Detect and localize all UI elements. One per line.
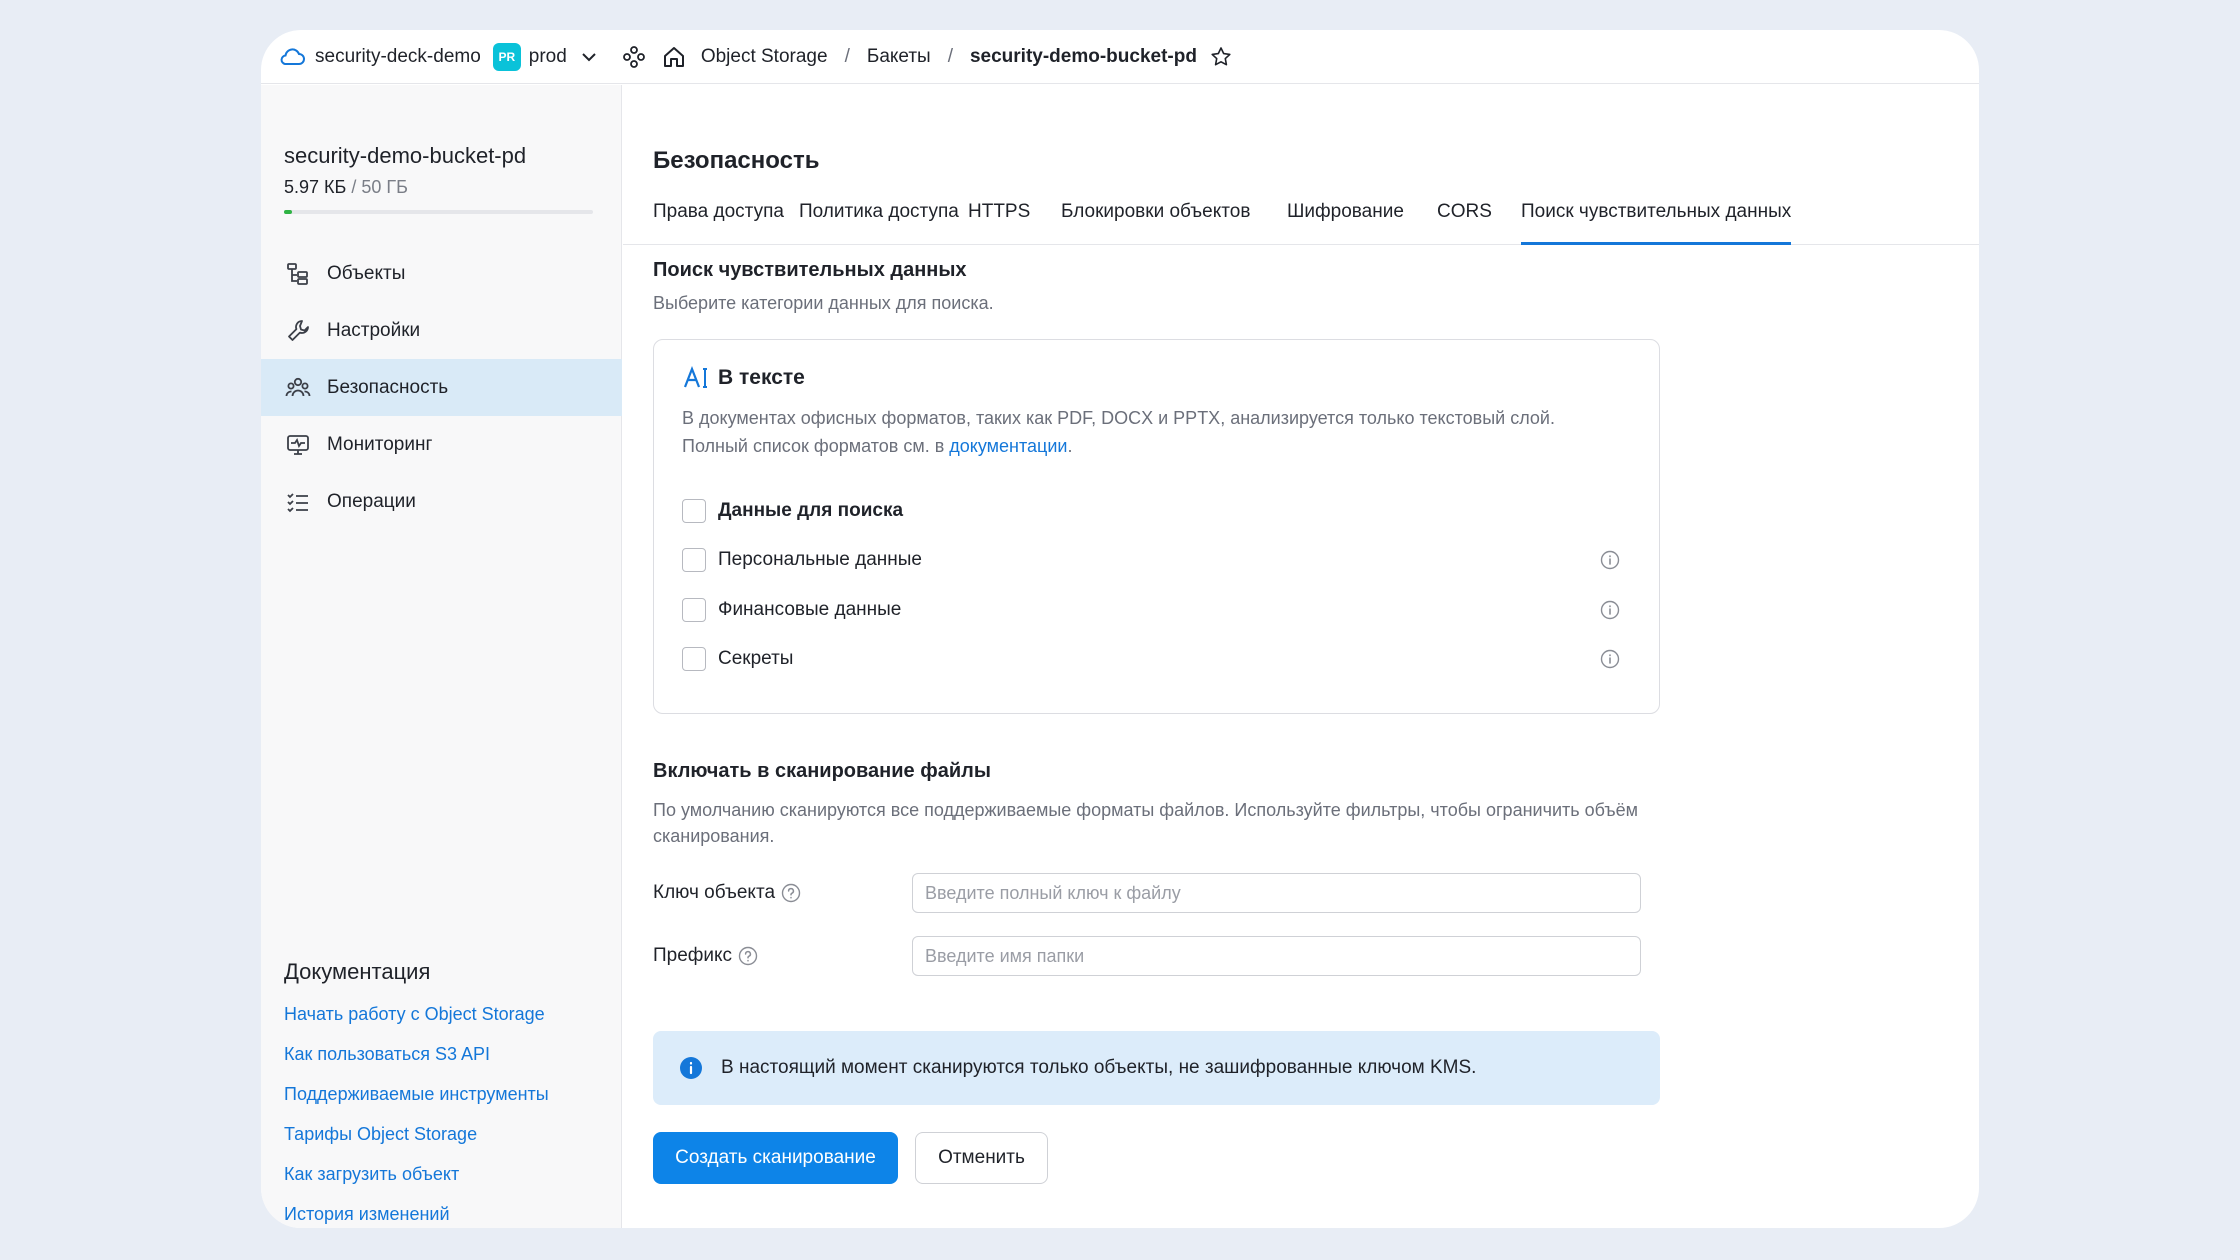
checkbox[interactable] [682,499,706,523]
top-bar: security-deck-demo PR prod Object Storag… [261,30,1979,84]
create-scan-button[interactable]: Создать сканирование [653,1132,898,1184]
breadcrumb-separator: / [947,45,953,67]
tab-cors[interactable]: CORS [1437,201,1492,245]
people-icon [285,377,311,396]
object-key-label: Ключ объекта [653,882,801,904]
cancel-button[interactable]: Отменить [915,1132,1048,1184]
tab-access-policy[interactable]: Политика доступа [799,201,959,245]
help-icon[interactable] [738,946,758,966]
tabs: Права доступа Политика доступа HTTPS Бло… [623,201,1979,245]
section-subtitle: По умолчанию сканируются все поддерживае… [653,800,1638,846]
objects-icon [287,262,308,285]
sidebar-item-objects[interactable]: Объекты [261,245,622,302]
checkbox[interactable] [682,598,706,622]
docs-link[interactable]: документации [949,436,1067,456]
chevron-down-icon[interactable] [579,47,599,67]
card-desc-suffix: . [1067,436,1073,456]
wrench-icon [288,319,309,341]
info-icon[interactable] [1600,649,1620,669]
card-desc-line: В документах офисных форматов, таких как… [682,408,1555,428]
card-header: В тексте [682,364,805,392]
docs-title: Документация [284,959,431,984]
usage-total: / 50 ГБ [351,177,408,197]
help-icon[interactable] [781,883,801,903]
info-filled-icon [680,1057,702,1079]
usage-fill [284,210,292,214]
doc-link[interactable]: Начать работу с Object Storage [284,999,549,1039]
sidebar-item-security[interactable]: Безопасность [261,359,622,416]
prefix-label: Префикс [653,945,758,967]
checkbox[interactable] [682,647,706,671]
monitor-icon [287,434,309,455]
notice-text: В настоящий момент сканируются только об… [721,1057,1477,1078]
card-description: В документах офисных форматов, таких как… [682,404,1622,460]
breadcrumb-separator: / [844,45,850,67]
text-search-card: В тексте В документах офисных форматов, … [653,339,1660,714]
doc-link[interactable]: Как загрузить объект [284,1159,549,1199]
sidebar-item-operations[interactable]: Операции [261,473,622,530]
sidebar-item-label: Мониторинг [327,433,433,455]
services-icon[interactable] [621,44,647,70]
bucket-usage: 5.97 КБ / 50 ГБ [284,177,408,198]
usage-bar [284,210,593,214]
sidebar-item-label: Операции [327,490,416,512]
cloud-name: security-deck-demo [315,45,481,67]
list-icon [287,492,308,512]
doc-link[interactable]: Тарифы Object Storage [284,1119,549,1159]
doc-link[interactable]: История изменений [284,1199,549,1228]
docs-section: Документация Начать работу с Object Stor… [284,959,549,1228]
option-search-data[interactable]: Данные для поиска [682,496,1632,526]
main-content: Безопасность Права доступа Политика дост… [623,85,1979,1228]
cloud-icon [280,47,305,65]
ai-text-icon [683,365,707,388]
doc-link[interactable]: Поддерживаемые инструменты [284,1079,549,1119]
tab-sensitive-data[interactable]: Поиск чувствительных данных [1521,201,1792,245]
home-icon[interactable] [661,44,687,70]
card-title: В тексте [718,366,805,389]
tab-access-rights[interactable]: Права доступа [653,201,784,245]
info-icon[interactable] [1600,600,1620,620]
cloud-selector[interactable]: security-deck-demo [277,45,481,69]
field-label-text: Ключ объекта [653,882,776,903]
section-title: Включать в сканирование файлы [653,760,991,782]
app-window: security-deck-demo PR prod Object Storag… [261,30,1979,1228]
option-label: Финансовые данные [718,599,902,620]
env-badge: PR [492,42,521,71]
breadcrumb-buckets[interactable]: Бакеты [867,46,931,68]
usage-used: 5.97 КБ [284,177,347,197]
card-desc-prefix: Полный список форматов см. в [682,436,950,456]
object-key-input[interactable] [912,873,1641,913]
sidebar: security-demo-bucket-pd 5.97 КБ / 50 ГБ … [261,85,622,1228]
sidebar-item-settings[interactable]: Настройки [261,302,622,359]
tab-encryption[interactable]: Шифрование [1287,201,1404,245]
option-label: Секреты [718,648,794,669]
sidebar-item-label: Безопасность [327,376,449,398]
breadcrumb-current: security-demo-bucket-pd [969,45,1197,67]
option-financial-data[interactable]: Финансовые данные [682,595,1632,625]
option-label: Данные для поиска [718,500,904,521]
breadcrumb-service[interactable]: Object Storage [701,46,828,68]
info-notice: В настоящий момент сканируются только об… [653,1031,1660,1105]
checkbox[interactable] [682,548,706,572]
tab-object-lock[interactable]: Блокировки объектов [1061,201,1250,245]
sidebar-item-label: Объекты [327,262,406,284]
doc-link[interactable]: Как пользоваться S3 API [284,1039,549,1079]
tab-https[interactable]: HTTPS [968,201,1030,245]
star-icon[interactable] [1209,45,1233,69]
sidebar-item-label: Настройки [327,319,421,341]
option-label: Персональные данные [718,549,922,570]
env-name[interactable]: prod [529,46,567,68]
sidebar-item-monitoring[interactable]: Мониторинг [261,416,622,473]
prefix-input[interactable] [912,936,1641,976]
field-label-text: Префикс [653,945,733,966]
page-title: Безопасность [653,147,820,174]
section-subtitle: Выберите категории данных для поиска. [653,293,994,313]
bucket-name: security-demo-bucket-pd [284,143,527,168]
section-title: Поиск чувствительных данных [653,259,967,281]
option-personal-data[interactable]: Персональные данные [682,545,1632,575]
option-secrets[interactable]: Секреты [682,644,1632,674]
sidebar-nav: Объекты Настройки Безопасность Мониторин… [261,245,622,530]
info-icon[interactable] [1600,550,1620,570]
